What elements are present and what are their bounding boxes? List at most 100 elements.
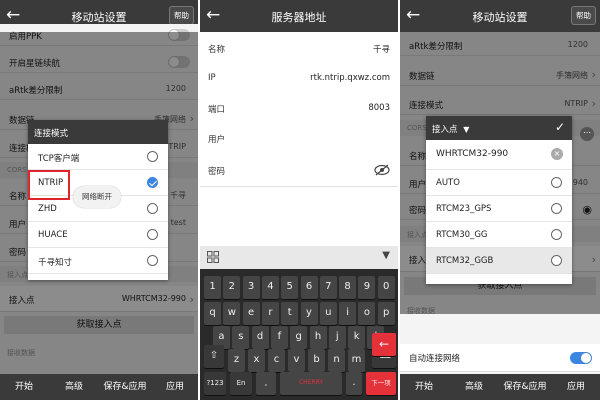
key-n[interactable]: n	[328, 349, 345, 372]
option-auto[interactable]: AUTO	[426, 170, 572, 196]
field-label: 用户	[208, 135, 226, 145]
clear-icon[interactable]: ×	[551, 148, 563, 160]
key-s[interactable]: s	[232, 326, 250, 349]
key-8[interactable]: 8	[339, 276, 357, 299]
dialog-header: 接入点 ▼ ✓	[426, 116, 572, 140]
bottom-toolbar: 开始 高级 保存&应用 应用	[400, 374, 600, 400]
key-t[interactable]: t	[281, 302, 299, 325]
key-4[interactable]: 4	[261, 276, 279, 299]
auto-connect-toggle[interactable]	[570, 352, 592, 364]
field-user[interactable]: 用户	[200, 122, 398, 155]
hide-keyboard-icon[interactable]: ▼	[382, 250, 390, 261]
save-apply-button[interactable]: 保存&应用	[500, 374, 550, 400]
key-5[interactable]: 5	[281, 276, 299, 299]
radio-checked-icon[interactable]	[147, 177, 158, 188]
key-v[interactable]: v	[288, 349, 305, 372]
help-button[interactable]: 帮助	[571, 6, 596, 25]
key-9[interactable]: 9	[358, 276, 376, 299]
radio-button[interactable]	[147, 151, 158, 162]
key-k[interactable]: k	[348, 326, 366, 349]
key-3[interactable]: 3	[242, 276, 260, 299]
key-w[interactable]: w	[223, 302, 241, 325]
comma-key[interactable]: ,	[256, 372, 276, 395]
key-z[interactable]: z	[228, 349, 245, 372]
option-huace[interactable]: HUACE	[28, 222, 168, 248]
advanced-button[interactable]: 高级	[450, 374, 498, 400]
radio-button[interactable]	[551, 255, 562, 266]
field-ip[interactable]: IP rtk.ntrip.qxwz.com	[200, 62, 398, 95]
key-f[interactable]: f	[270, 326, 288, 349]
key-0[interactable]: 0	[377, 276, 395, 299]
next-key[interactable]: 下一项	[366, 372, 396, 395]
radio-button[interactable]	[147, 255, 158, 266]
apply-button[interactable]: 应用	[152, 374, 198, 400]
apply-button[interactable]: 应用	[552, 374, 600, 400]
key-m[interactable]: m	[348, 349, 365, 372]
caret-down-icon[interactable]: ▼	[463, 125, 469, 134]
key-q[interactable]: q	[204, 302, 221, 325]
key-h[interactable]: h	[309, 326, 327, 349]
grid-icon[interactable]	[207, 251, 219, 263]
option-label: ZHD	[38, 204, 57, 214]
search-value[interactable]: WHRTCM32-990	[436, 149, 508, 159]
radio-button[interactable]	[147, 229, 158, 240]
space-key[interactable]: CHERRY	[280, 372, 342, 395]
language-key[interactable]: En	[230, 372, 252, 395]
field-label: 密码	[208, 167, 226, 177]
radio-button[interactable]	[551, 229, 562, 240]
help-button[interactable]: 帮助	[169, 6, 194, 25]
check-icon[interactable]: ✓	[555, 120, 565, 134]
save-apply-button[interactable]: 保存&应用	[100, 374, 150, 400]
eye-hidden-icon[interactable]	[374, 164, 390, 176]
option-label: 千寻知寸	[38, 258, 73, 268]
key-x[interactable]: x	[248, 349, 265, 372]
search-field[interactable]: WHRTCM32-990 ×	[426, 140, 572, 170]
field-value[interactable]: rtk.ntrip.qxwz.com	[310, 73, 390, 83]
more-icon[interactable]: ⋯	[580, 127, 594, 141]
key-2[interactable]: 2	[223, 276, 241, 299]
key-r[interactable]: r	[261, 302, 279, 325]
key-d[interactable]: d	[251, 326, 269, 349]
page-title: 移动站设置	[472, 11, 528, 24]
radio-button[interactable]	[551, 203, 562, 214]
auto-connect-row[interactable]: 自动连接网络	[400, 344, 600, 372]
option-rtcm32-ggb[interactable]: RTCM32_GGB	[426, 248, 572, 274]
option-rtcm23-gps[interactable]: RTCM23_GPS	[426, 196, 572, 222]
radio-button[interactable]	[147, 203, 158, 214]
radio-button[interactable]	[551, 177, 562, 188]
option-tcp-client[interactable]: TCP客户端	[28, 144, 168, 170]
field-label: 端口	[208, 105, 226, 115]
network-disconnected-toast: 网络断开	[73, 186, 121, 208]
key-p[interactable]: p	[377, 302, 395, 325]
option-rtcm30-gg[interactable]: RTCM30_GG	[426, 222, 572, 248]
key-e[interactable]: e	[242, 302, 260, 325]
field-label: IP	[208, 73, 216, 83]
start-button[interactable]: 开始	[400, 374, 448, 400]
key-c[interactable]: c	[268, 349, 285, 372]
auto-connect-label: 自动连接网络	[409, 354, 461, 364]
key-i[interactable]: i	[339, 302, 357, 325]
field-value[interactable]: 8003	[368, 103, 390, 113]
bottom-toolbar: 开始 高级 保存&应用 应用	[0, 374, 198, 400]
enter-arrow-key[interactable]: ←	[372, 333, 396, 356]
option-qianxun[interactable]: 千寻知寸	[28, 248, 168, 274]
key-y[interactable]: y	[300, 302, 318, 325]
key-j[interactable]: j	[328, 326, 346, 349]
start-button[interactable]: 开始	[0, 374, 48, 400]
key-o[interactable]: o	[358, 302, 376, 325]
key-1[interactable]: 1	[204, 276, 221, 299]
advanced-button[interactable]: 高级	[50, 374, 98, 400]
key-7[interactable]: 7	[319, 276, 337, 299]
shift-key[interactable]: ⇧	[204, 345, 224, 368]
key-b[interactable]: b	[308, 349, 325, 372]
field-password[interactable]: 密码	[200, 154, 398, 187]
key-g[interactable]: g	[290, 326, 308, 349]
key-6[interactable]: 6	[300, 276, 318, 299]
numbers-key[interactable]: ?123	[204, 372, 226, 395]
key-u[interactable]: u	[319, 302, 337, 325]
top-bar: ← 移动站设置 帮助	[400, 0, 600, 32]
field-name[interactable]: 名称 千寻	[200, 32, 398, 65]
field-port[interactable]: 端口 8003	[200, 92, 398, 125]
field-value[interactable]: 千寻	[373, 43, 390, 55]
period-key[interactable]: .	[346, 372, 362, 395]
